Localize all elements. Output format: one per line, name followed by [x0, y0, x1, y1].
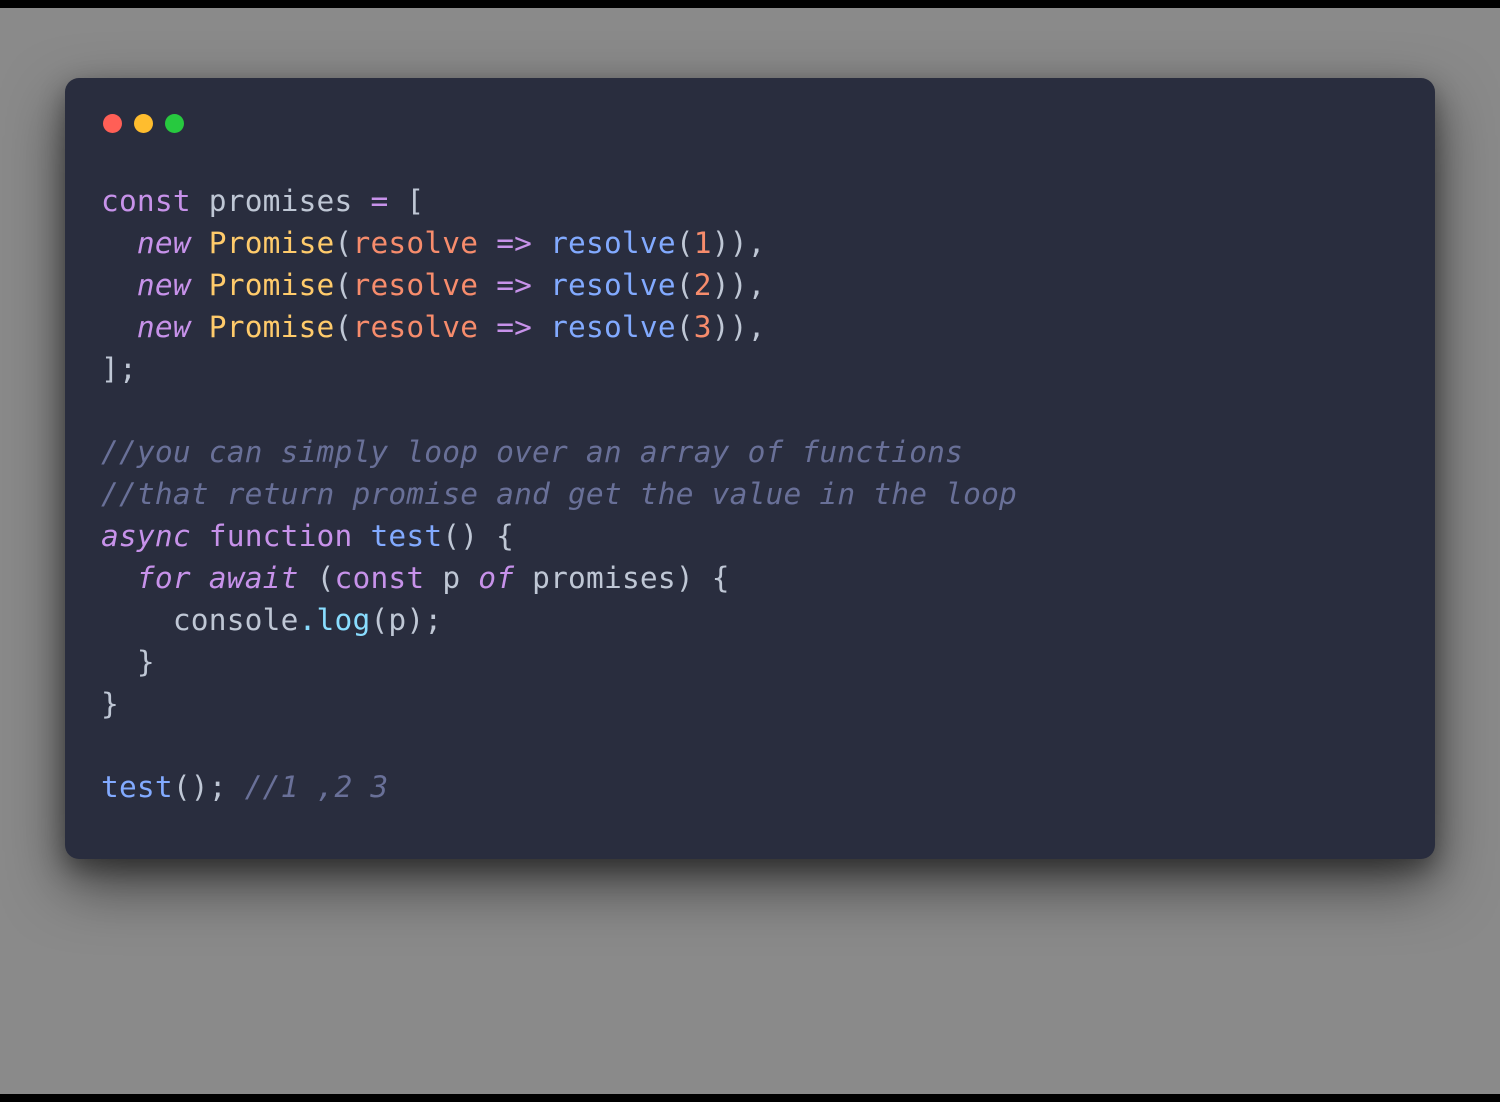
traffic-lights [101, 108, 1399, 133]
canvas: const promises = [ new Promise(resolve =… [0, 8, 1500, 1094]
kw-const: const [101, 184, 191, 218]
op-eq: = [370, 184, 388, 218]
kw-of: of [478, 561, 514, 595]
call-resolve: resolve [550, 310, 676, 344]
brace-close: } [137, 645, 155, 679]
letterbox-bottom [0, 1094, 1500, 1102]
obj-console: console [173, 603, 299, 637]
kw-new: new [137, 226, 191, 260]
kw-async: async [101, 519, 191, 553]
comment-output: //1 ,2 3 [245, 770, 389, 804]
fn-test: test [370, 519, 442, 553]
kw-new: new [137, 310, 191, 344]
param-resolve: resolve [352, 268, 478, 302]
bracket-open: [ [406, 184, 424, 218]
var-p: p [442, 561, 460, 595]
class-promise: Promise [209, 268, 335, 302]
var-promises: promises [532, 561, 676, 595]
brace-close: } [101, 687, 119, 721]
code-block: const promises = [ new Promise(resolve =… [101, 181, 1399, 809]
letterbox-top [0, 0, 1500, 8]
bracket-close: ]; [101, 352, 137, 386]
var-promises: promises [209, 184, 353, 218]
num-3: 3 [694, 310, 712, 344]
kw-const: const [335, 561, 425, 595]
code-window: const promises = [ new Promise(resolve =… [65, 78, 1435, 859]
arrow: => [496, 226, 532, 260]
kw-new: new [137, 268, 191, 302]
minimize-icon[interactable] [134, 114, 153, 133]
var-p: p [388, 603, 406, 637]
param-resolve: resolve [352, 310, 478, 344]
close-icon[interactable] [103, 114, 122, 133]
arrow: => [496, 268, 532, 302]
class-promise: Promise [209, 310, 335, 344]
call-resolve: resolve [550, 226, 676, 260]
comment-line-1: //you can simply loop over an array of f… [101, 435, 963, 469]
arrow: => [496, 310, 532, 344]
kw-await: await [209, 561, 299, 595]
num-1: 1 [694, 226, 712, 260]
method-log: log [317, 603, 371, 637]
comment-line-2: //that return promise and get the value … [101, 477, 1017, 511]
call-test: test [101, 770, 173, 804]
class-promise: Promise [209, 226, 335, 260]
call-resolve: resolve [550, 268, 676, 302]
maximize-icon[interactable] [165, 114, 184, 133]
num-2: 2 [694, 268, 712, 302]
param-resolve: resolve [352, 226, 478, 260]
kw-for: for [137, 561, 191, 595]
kw-function: function [209, 519, 353, 553]
